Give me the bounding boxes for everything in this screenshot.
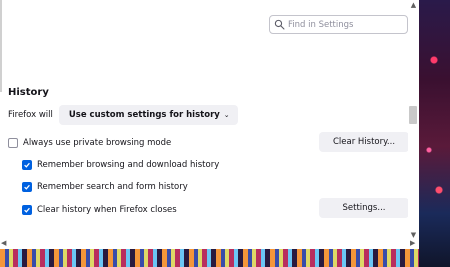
search-input[interactable] — [288, 19, 403, 30]
remember-search-label: Remember search and form history — [37, 182, 188, 192]
private-browsing-option[interactable]: Always use private browsing mode — [8, 138, 171, 148]
history-mode-value: Use custom settings for history — [68, 110, 220, 120]
history-section-title: History — [8, 87, 49, 98]
clear-on-close-option[interactable]: Clear history when Firefox closes — [22, 205, 177, 215]
history-mode-row: Firefox will Use custom settings for his… — [8, 105, 238, 125]
scroll-left-arrow-icon[interactable]: ◀ — [1, 239, 6, 247]
chevron-down-icon: ⌄ — [223, 111, 230, 119]
checkmark-icon — [24, 207, 30, 213]
remember-browsing-checkbox[interactable] — [22, 160, 32, 170]
settings-pane: History Firefox will Use custom settings… — [0, 0, 419, 249]
clear-on-close-checkbox[interactable] — [22, 205, 32, 215]
scroll-right-arrow-icon[interactable]: ▶ — [410, 239, 415, 247]
search-box[interactable] — [269, 15, 408, 34]
history-settings-button[interactable]: Settings... — [319, 198, 409, 218]
remember-search-checkbox[interactable] — [22, 182, 32, 192]
scrollbar-thumb[interactable] — [409, 106, 417, 124]
remember-search-option[interactable]: Remember search and form history — [22, 182, 188, 192]
desktop-wallpaper-strip — [0, 249, 419, 267]
checkmark-icon — [24, 162, 30, 168]
checkmark-icon — [24, 184, 30, 190]
vertical-scrollbar[interactable]: ▲ ▼ — [408, 0, 419, 249]
search-icon — [274, 19, 285, 30]
clear-on-close-label: Clear history when Firefox closes — [37, 205, 177, 215]
horizontal-scrollbar[interactable]: ◀ ▶ — [0, 238, 419, 249]
history-mode-dropdown[interactable]: Use custom settings for history ⌄ — [58, 105, 238, 125]
remember-browsing-option[interactable]: Remember browsing and download history — [22, 160, 219, 170]
private-browsing-checkbox[interactable] — [8, 138, 18, 148]
private-browsing-label: Always use private browsing mode — [23, 138, 172, 148]
remember-browsing-label: Remember browsing and download history — [37, 160, 220, 170]
left-edge-scrollbar[interactable] — [0, 0, 2, 92]
clear-history-button[interactable]: Clear History... — [319, 132, 409, 152]
scroll-up-arrow-icon[interactable]: ▲ — [409, 1, 418, 10]
firefox-will-label: Firefox will — [8, 110, 53, 120]
desktop-wallpaper — [419, 0, 450, 267]
